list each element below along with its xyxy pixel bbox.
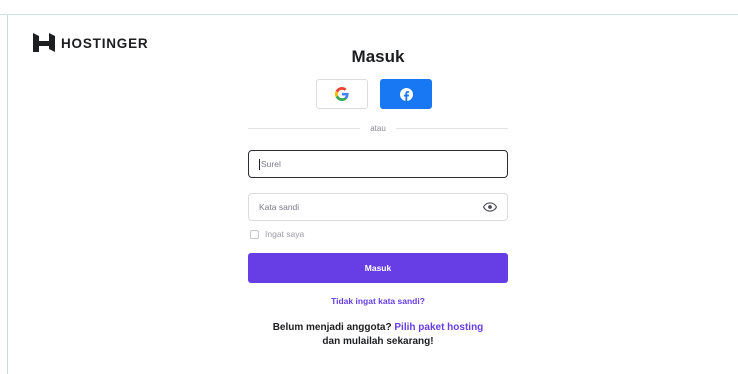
facebook-login-button[interactable] [380, 79, 432, 109]
divider-line [395, 128, 509, 129]
email-placeholder: Surel [261, 159, 281, 169]
hostinger-logo-icon [33, 33, 55, 52]
password-field[interactable]: Kata sandi [248, 193, 508, 221]
remember-label: Ingat saya [265, 229, 305, 239]
text-caret [259, 158, 260, 170]
hostinger-logo[interactable]: HOSTINGER [33, 33, 148, 53]
social-login-row [316, 79, 432, 109]
google-icon [335, 87, 349, 101]
facebook-icon [399, 87, 413, 101]
login-submit-button[interactable]: Masuk [248, 253, 508, 283]
choose-hosting-plan-link[interactable]: Pilih paket hosting [394, 322, 483, 333]
google-login-button[interactable] [316, 79, 368, 109]
eye-icon[interactable] [483, 202, 497, 212]
email-field[interactable]: Surel [248, 150, 508, 178]
remember-checkbox[interactable] [250, 229, 259, 239]
left-border [7, 15, 8, 374]
signup-prompt: Belum menjadi anggota? Pilih paket hosti… [220, 321, 536, 349]
forgot-password-link[interactable]: Tidak ingat kata sandi? [248, 296, 508, 306]
signup-prefix: Belum menjadi anggota? [272, 322, 392, 333]
top-border [0, 14, 738, 15]
page-title: Masuk [351, 47, 405, 66]
signup-suffix: dan mulailah sekarang! [322, 336, 434, 347]
or-divider: atau [248, 124, 509, 133]
brand-name: HOSTINGER [61, 35, 149, 51]
password-placeholder: Kata sandi [259, 202, 300, 212]
remember-me[interactable]: Ingat saya [250, 229, 304, 239]
divider-line [248, 128, 361, 129]
divider-text: atau [370, 124, 386, 133]
